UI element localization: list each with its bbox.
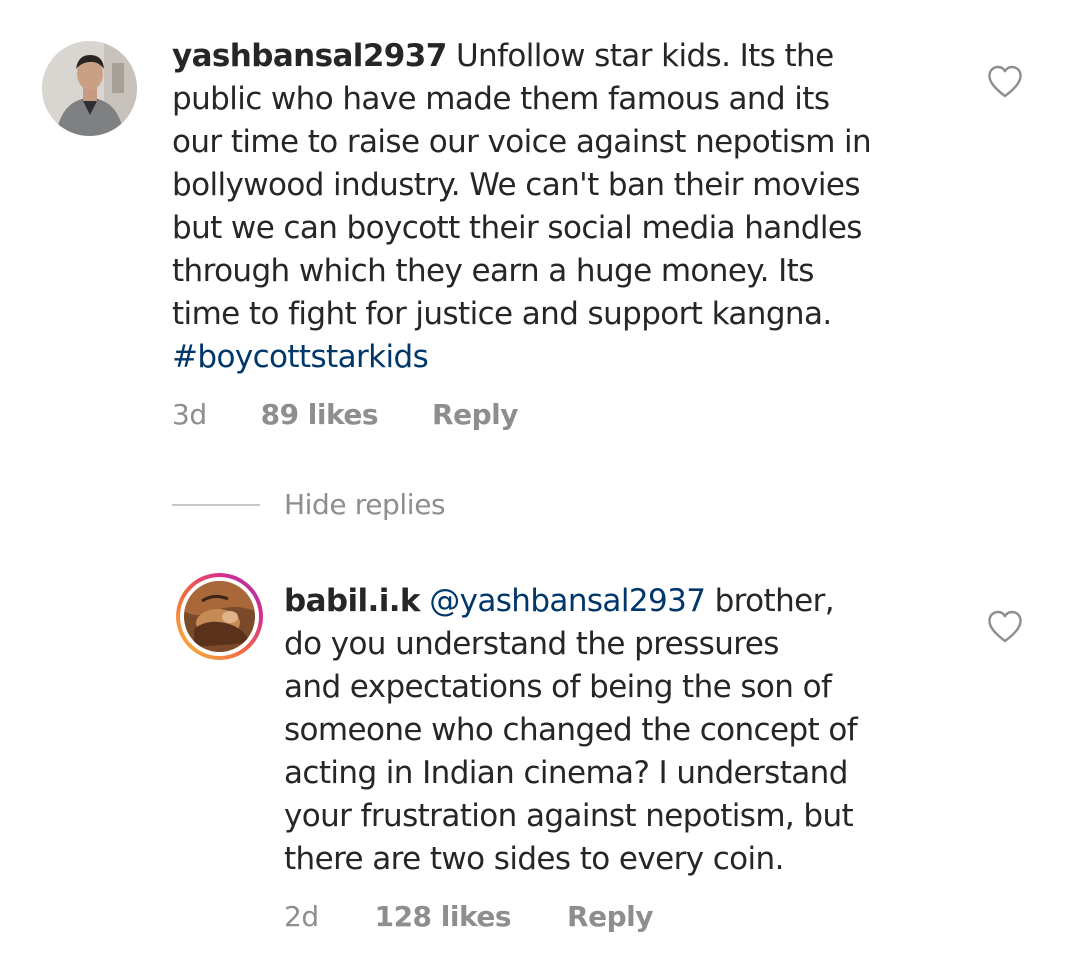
heart-icon[interactable]: [987, 65, 1023, 98]
divider-line: [172, 503, 260, 506]
likes-count[interactable]: 128 likes: [375, 900, 512, 933]
story-ring-gap: [180, 577, 259, 656]
story-ring[interactable]: [176, 573, 263, 660]
reply-body: brother, do you understand the pressures…: [284, 583, 858, 877]
avatar[interactable]: [42, 41, 137, 136]
reply-meta: 2d 128 likes Reply: [284, 900, 653, 933]
comment-meta: 3d 89 likes Reply: [172, 398, 518, 431]
hide-replies-label: Hide replies: [284, 488, 446, 521]
hide-replies-toggle[interactable]: Hide replies: [172, 488, 446, 521]
likes-count[interactable]: 89 likes: [261, 398, 379, 431]
comment-text: yashbansal2937 Unfollow star kids. Its t…: [172, 35, 972, 379]
comment-time: 3d: [172, 398, 207, 431]
heart-icon[interactable]: [987, 610, 1023, 643]
reply-username[interactable]: babil.i.k: [284, 583, 421, 619]
profile-photo: [184, 581, 255, 652]
reply-time: 2d: [284, 900, 319, 933]
profile-photo: [42, 41, 137, 136]
reply-button[interactable]: Reply: [567, 900, 653, 933]
comment-username[interactable]: yashbansal2937: [172, 38, 447, 74]
mention-link[interactable]: @yashbansal2937: [429, 583, 706, 619]
hashtag-link[interactable]: #boycottstarkids: [172, 339, 429, 375]
reply-button[interactable]: Reply: [432, 398, 518, 431]
comment-body: Unfollow star kids. Its the public who h…: [172, 38, 872, 332]
reply-text: babil.i.k @yashbansal2937 brother, do yo…: [284, 580, 974, 881]
avatar: [184, 581, 255, 652]
